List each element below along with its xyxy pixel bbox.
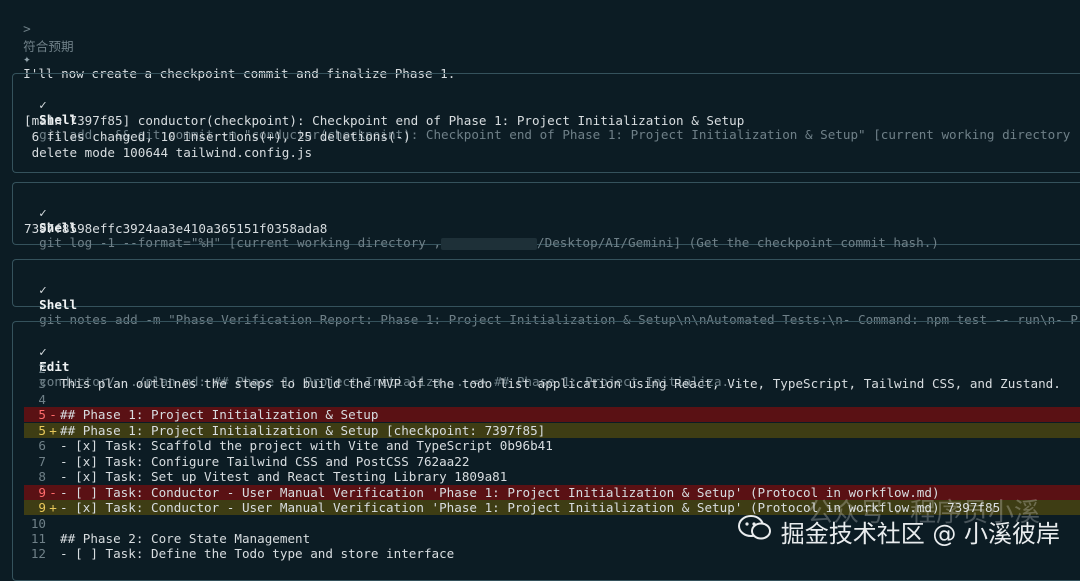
diff-sign: - xyxy=(49,484,57,500)
diff-text: - [x] Task: Scaffold the project with Vi… xyxy=(60,438,553,454)
diff-sign: - xyxy=(49,407,57,423)
output-line: 6 files changed, 10 insertions(+), 25 de… xyxy=(24,129,411,144)
output-line: delete mode 100644 tailwind.config.js xyxy=(24,145,313,160)
diff-line: 4 xyxy=(24,392,1080,407)
diff-sign: + xyxy=(49,500,57,516)
check-icon: ✓ xyxy=(39,97,47,112)
command-text: git log -1 --format="%H" [current workin… xyxy=(39,235,442,250)
diff-line-added: 5 + ## Phase 1: Project Initialization & S… xyxy=(24,422,1080,438)
diff-line: 3 This plan outlines the steps to build t… xyxy=(24,376,1080,391)
diff-line: 7 - [x] Task: Configure Tailwind CSS and … xyxy=(24,454,1080,469)
diff-text: ## Phase 1: Project Initialization & Set… xyxy=(60,407,379,423)
line-number: 12 xyxy=(30,546,46,562)
line-number: 3 xyxy=(38,376,46,392)
diff-text: ## Phase 2: Core State Management xyxy=(60,530,311,546)
watermark-text: 掘金技术社区 @ 小溪彼岸 xyxy=(780,520,1060,548)
line-number: 2 xyxy=(38,361,46,376)
line-number: 5 xyxy=(38,407,46,423)
line-number: 8 xyxy=(38,469,46,485)
line-number: 9 xyxy=(38,484,46,500)
diff-line: 6 - [x] Task: Scaffold the project with V… xyxy=(24,438,1080,453)
sparkle-icon: ✦ xyxy=(23,51,31,66)
line-number: 7 xyxy=(38,453,46,469)
line-number: 11 xyxy=(30,530,46,546)
diff-line: 2 xyxy=(24,361,1080,376)
line-number: 9 xyxy=(38,500,46,516)
diff-text: - [ ] Task: Define the Todo type and sto… xyxy=(60,546,455,562)
check-icon: ✓ xyxy=(39,344,47,359)
line-number: 10 xyxy=(30,515,46,531)
diff-text: - [x] Task: Configure Tailwind CSS and P… xyxy=(60,453,470,469)
line-number: 6 xyxy=(38,438,46,454)
diff-line: 8 - [x] Task: Set up Vitest and React Tes… xyxy=(24,469,1080,484)
diff-text: This plan outlines the steps to build th… xyxy=(60,376,1061,392)
diff-text: - [x] Task: Set up Vitest and React Test… xyxy=(60,469,508,485)
wechat-icon xyxy=(738,515,771,540)
check-icon: ✓ xyxy=(39,282,47,297)
output-line: [main 7397f85] conductor(checkpoint): Ch… xyxy=(24,113,745,128)
diff-line-removed: 5- ## Phase 1: Project Initialization & S… xyxy=(24,407,1080,423)
output-line: 7397f8598effc3924aa3e410a365151f0358ada8 xyxy=(24,221,328,236)
tool-name: Shell xyxy=(39,297,78,312)
prompt-glyph: > xyxy=(23,21,31,36)
line-number: 5 xyxy=(38,422,46,438)
shell-block-notes-header: ✓ Shell git notes add -m "Phase Verifica… xyxy=(24,267,1080,327)
diff-sign: + xyxy=(49,422,57,438)
shell-block-log-header: ✓ Shell git log -1 --format="%H" [curren… xyxy=(24,190,1080,250)
line-number: 4 xyxy=(38,391,46,407)
diff-text: ## Phase 1: Project Initialization & Set… xyxy=(60,422,546,438)
check-icon: ✓ xyxy=(39,205,47,220)
redacted-path xyxy=(441,237,538,250)
command-text-suffix: /Desktop/AI/Gemini] (Get the checkpoint … xyxy=(537,235,939,250)
